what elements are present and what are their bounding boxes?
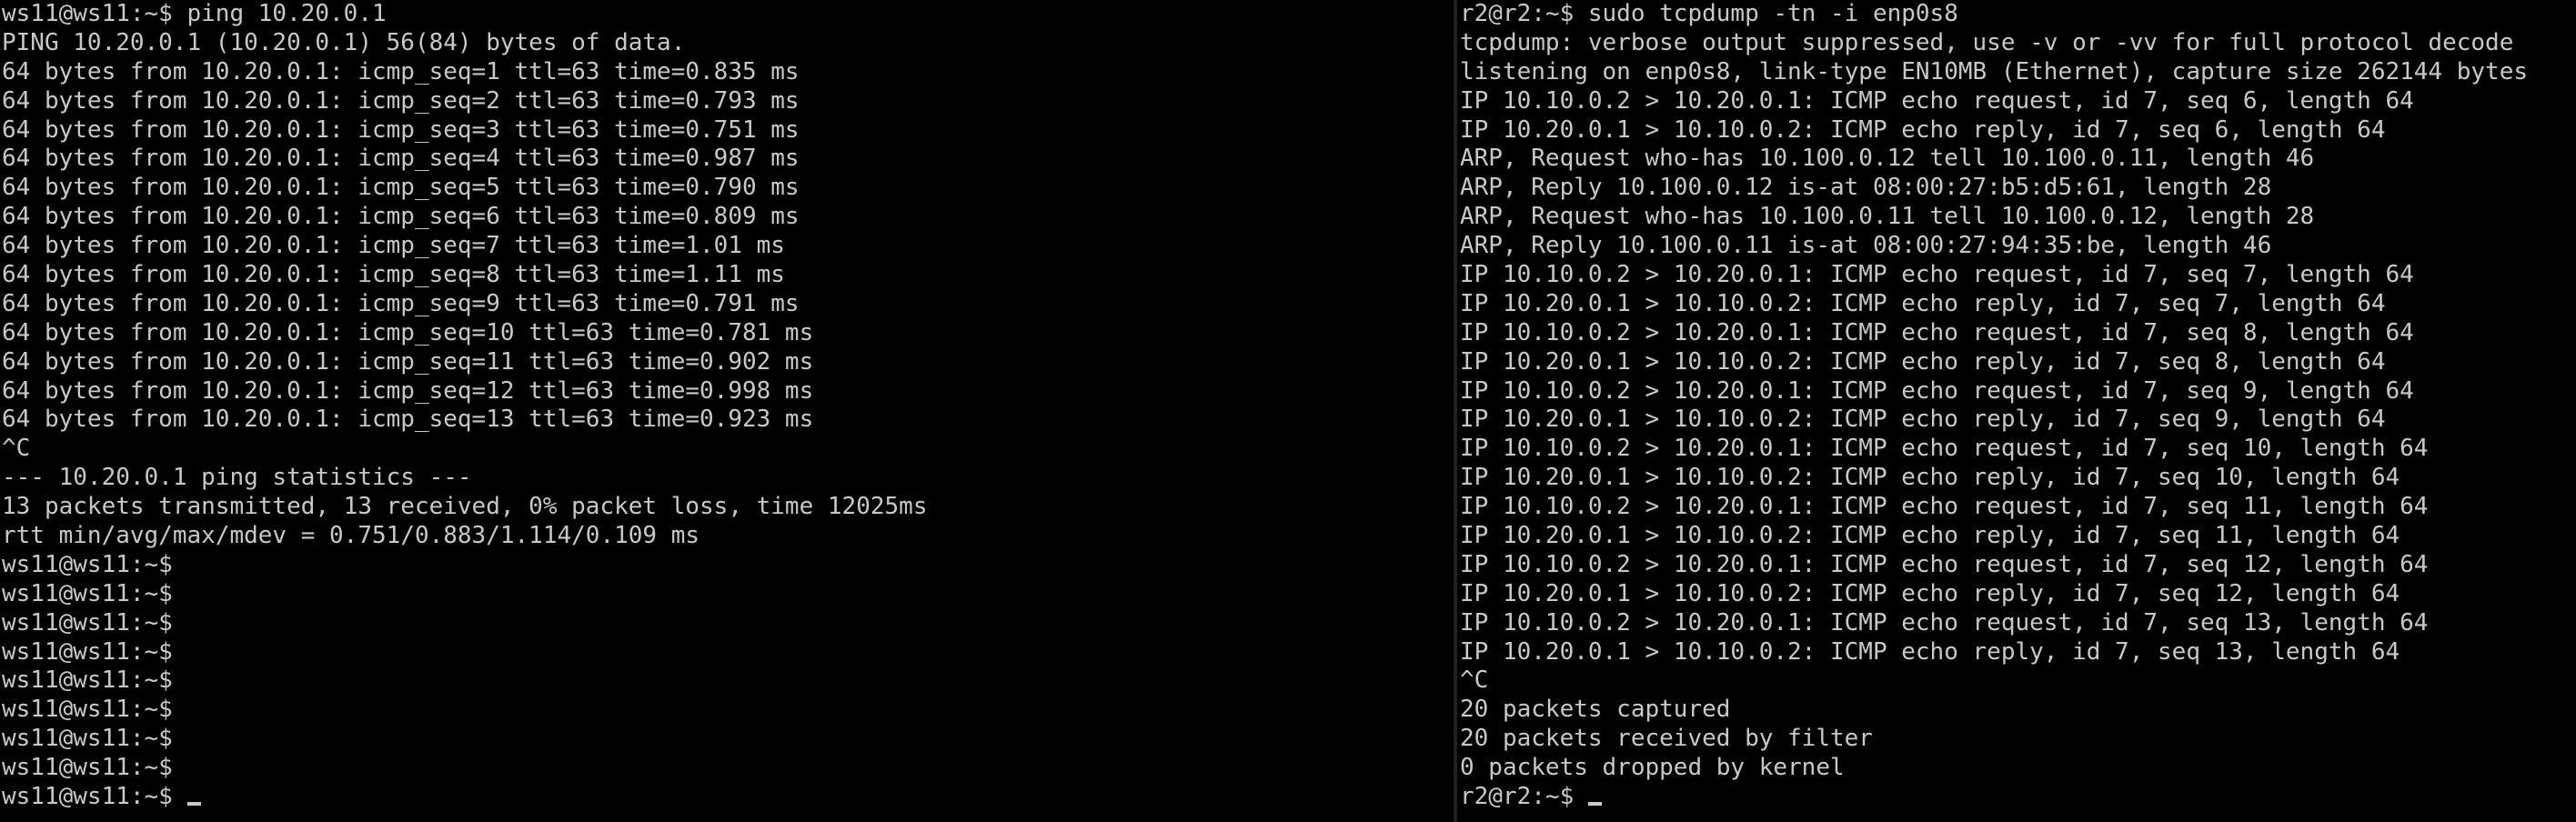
terminal-line: 64 bytes from 10.20.0.1: icmp_seq=5 ttl=… bbox=[2, 174, 800, 202]
terminal-line: IP 10.20.0.1 > 10.10.0.2: ICMP echo repl… bbox=[1460, 579, 2400, 607]
terminal-line: 64 bytes from 10.20.0.1: icmp_seq=9 ttl=… bbox=[2, 289, 800, 317]
terminal-line: IP 10.10.0.2 > 10.20.0.1: ICMP echo requ… bbox=[1460, 493, 2429, 521]
terminal-line: 64 bytes from 10.20.0.1: icmp_seq=6 ttl=… bbox=[2, 203, 800, 231]
right-terminal-output: r2@r2:~$ sudo tcpdump -tn -i enp0s8 tcpd… bbox=[1460, 0, 2576, 812]
terminal-line: 64 bytes from 10.20.0.1: icmp_seq=12 ttl… bbox=[2, 376, 814, 405]
terminal-prompt: r2@r2:~$ bbox=[1460, 783, 1588, 811]
terminal-line: IP 10.10.0.2 > 10.20.0.1: ICMP echo requ… bbox=[1460, 550, 2429, 578]
terminal-line: ws11@ws11:~$ bbox=[2, 579, 173, 607]
terminal-line: IP 10.10.0.2 > 10.20.0.1: ICMP echo requ… bbox=[1460, 318, 2414, 346]
terminal-line: ARP, Request who-has 10.100.0.12 tell 10… bbox=[1460, 145, 2315, 173]
terminal-line: ^C bbox=[2, 435, 31, 463]
terminal-line: ws11@ws11:~$ bbox=[2, 637, 173, 666]
terminal-line: 0 packets dropped by kernel bbox=[1460, 754, 1845, 782]
terminal-line: IP 10.20.0.1 > 10.10.0.2: ICMP echo repl… bbox=[1460, 637, 2400, 666]
terminal-line: ARP, Request who-has 10.100.0.11 tell 10… bbox=[1460, 203, 2315, 231]
left-terminal-output: ws11@ws11:~$ ping 10.20.0.1 PING 10.20.0… bbox=[2, 0, 1453, 812]
cursor-icon bbox=[186, 802, 201, 807]
terminal-line: ws11@ws11:~$ bbox=[2, 550, 173, 578]
terminal-line: 64 bytes from 10.20.0.1: icmp_seq=4 ttl=… bbox=[2, 145, 800, 173]
terminal-line: 64 bytes from 10.20.0.1: icmp_seq=10 ttl… bbox=[2, 318, 814, 346]
terminal-line: ARP, Reply 10.100.0.12 is-at 08:00:27:b5… bbox=[1460, 174, 2272, 202]
terminal-line: ws11@ws11:~$ bbox=[2, 754, 173, 782]
terminal-prompt-line[interactable]: ws11@ws11:~$ bbox=[2, 783, 1453, 812]
terminal-line: ARP, Reply 10.100.0.11 is-at 08:00:27:94… bbox=[1460, 232, 2272, 260]
right-terminal-pane[interactable]: r2@r2:~$ sudo tcpdump -tn -i enp0s8 tcpd… bbox=[1458, 0, 2576, 822]
terminal-line: IP 10.10.0.2 > 10.20.0.1: ICMP echo requ… bbox=[1460, 86, 2414, 115]
terminal-line: r2@r2:~$ sudo tcpdump -tn -i enp0s8 bbox=[1460, 0, 1958, 27]
terminal-line: 20 packets received by filter bbox=[1460, 725, 1873, 753]
terminal-line: rtt min/avg/max/mdev = 0.751/0.883/1.114… bbox=[2, 522, 700, 550]
terminal-line: IP 10.20.0.1 > 10.10.0.2: ICMP echo repl… bbox=[1460, 406, 2386, 434]
cursor-icon bbox=[1587, 802, 1602, 807]
terminal-line: ws11@ws11:~$ bbox=[2, 667, 173, 695]
pane-divider[interactable] bbox=[1454, 0, 1457, 822]
terminal-line: ws11@ws11:~$ bbox=[2, 696, 173, 724]
terminal-line: PING 10.20.0.1 (10.20.0.1) 56(84) bytes … bbox=[2, 28, 686, 56]
terminal-prompt: ws11@ws11:~$ bbox=[2, 783, 187, 811]
terminal-line: ws11@ws11:~$ ping 10.20.0.1 bbox=[2, 0, 387, 27]
left-terminal-pane[interactable]: ws11@ws11:~$ ping 10.20.0.1 PING 10.20.0… bbox=[0, 0, 1453, 822]
terminal-line: 64 bytes from 10.20.0.1: icmp_seq=7 ttl=… bbox=[2, 232, 785, 260]
terminal-line: IP 10.20.0.1 > 10.10.0.2: ICMP echo repl… bbox=[1460, 522, 2400, 550]
terminal-line: IP 10.10.0.2 > 10.20.0.1: ICMP echo requ… bbox=[1460, 435, 2429, 463]
terminal-line: tcpdump: verbose output suppressed, use … bbox=[1460, 28, 2514, 56]
terminal-line: IP 10.20.0.1 > 10.10.0.2: ICMP echo repl… bbox=[1460, 347, 2386, 376]
terminal-line: 64 bytes from 10.20.0.1: icmp_seq=8 ttl=… bbox=[2, 261, 785, 289]
terminal-line: 64 bytes from 10.20.0.1: icmp_seq=13 ttl… bbox=[2, 406, 814, 434]
terminal-line: IP 10.20.0.1 > 10.10.0.2: ICMP echo repl… bbox=[1460, 115, 2386, 144]
terminal-prompt-line[interactable]: r2@r2:~$ bbox=[1460, 783, 2576, 812]
terminal-line: --- 10.20.0.1 ping statistics --- bbox=[2, 464, 472, 492]
terminal-line: ^C bbox=[1460, 667, 1489, 695]
terminal-line: IP 10.10.0.2 > 10.20.0.1: ICMP echo requ… bbox=[1460, 608, 2429, 637]
terminal-line: 64 bytes from 10.20.0.1: icmp_seq=2 ttl=… bbox=[2, 86, 800, 115]
terminal-line: IP 10.20.0.1 > 10.10.0.2: ICMP echo repl… bbox=[1460, 289, 2386, 317]
terminal-line: 20 packets captured bbox=[1460, 696, 1731, 724]
terminal-line: IP 10.20.0.1 > 10.10.0.2: ICMP echo repl… bbox=[1460, 464, 2400, 492]
terminal-line: 64 bytes from 10.20.0.1: icmp_seq=3 ttl=… bbox=[2, 115, 800, 144]
terminal-line: IP 10.10.0.2 > 10.20.0.1: ICMP echo requ… bbox=[1460, 261, 2414, 289]
terminal-line: 64 bytes from 10.20.0.1: icmp_seq=11 ttl… bbox=[2, 347, 814, 376]
terminal-line: 64 bytes from 10.20.0.1: icmp_seq=1 ttl=… bbox=[2, 57, 800, 85]
terminal-line: 13 packets transmitted, 13 received, 0% … bbox=[2, 493, 928, 521]
terminal-line: listening on enp0s8, link-type EN10MB (E… bbox=[1460, 57, 2528, 85]
terminal-line: ws11@ws11:~$ bbox=[2, 608, 173, 637]
terminal-line: ws11@ws11:~$ bbox=[2, 725, 173, 753]
terminal-line: IP 10.10.0.2 > 10.20.0.1: ICMP echo requ… bbox=[1460, 376, 2414, 405]
